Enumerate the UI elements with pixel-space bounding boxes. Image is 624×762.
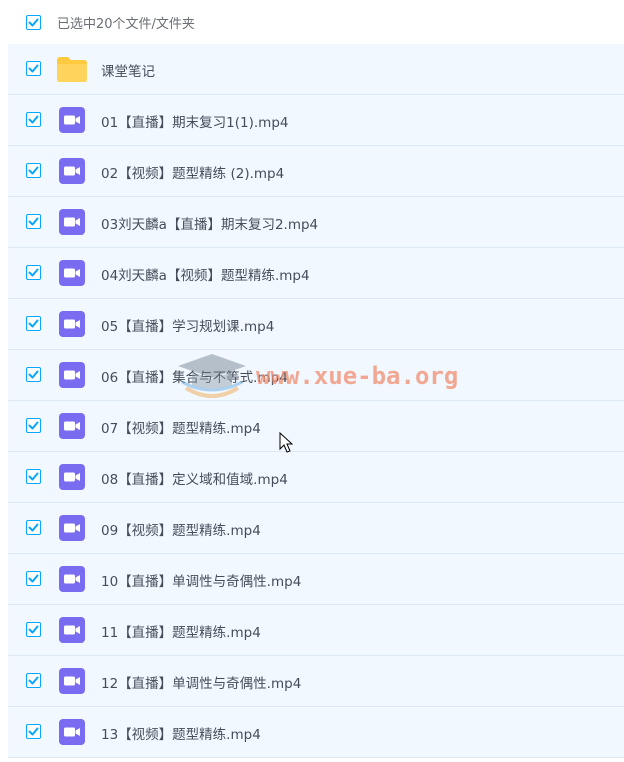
video-file-icon	[59, 566, 85, 592]
row-checkbox[interactable]	[26, 724, 41, 739]
video-file-icon	[59, 464, 85, 490]
video-file-icon	[59, 515, 85, 541]
file-row[interactable]: 09【视频】题型精练.mp4	[8, 503, 624, 554]
row-checkbox[interactable]	[26, 163, 41, 178]
video-file-icon	[59, 107, 85, 133]
checkmark-icon	[28, 523, 39, 532]
select-all-checkbox[interactable]	[26, 15, 41, 30]
file-row[interactable]: 03刘天麟a【直播】期末复习2.mp4	[8, 197, 624, 248]
file-row[interactable]: 12【直播】单调性与奇偶性.mp4	[8, 656, 624, 707]
file-row[interactable]: 08【直播】定义域和值域.mp4	[8, 452, 624, 503]
file-name[interactable]: 07【视频】题型精练.mp4	[101, 417, 261, 437]
file-row[interactable]: 04刘天麟a【视频】题型精练.mp4	[8, 248, 624, 299]
file-name[interactable]: 12【直播】单调性与奇偶性.mp4	[101, 672, 301, 692]
video-file-icon	[59, 413, 85, 439]
row-checkbox[interactable]	[26, 673, 41, 688]
file-row[interactable]: 13【视频】题型精练.mp4	[8, 707, 624, 758]
row-checkbox[interactable]	[26, 61, 41, 76]
file-row[interactable]: 02【视频】题型精练 (2).mp4	[8, 146, 624, 197]
checkmark-icon	[28, 319, 39, 328]
row-checkbox[interactable]	[26, 469, 41, 484]
file-row[interactable]: 06【直播】集合与不等式.mp4	[8, 350, 624, 401]
row-checkbox[interactable]	[26, 520, 41, 535]
checkmark-icon	[28, 115, 39, 124]
video-file-icon	[59, 668, 85, 694]
file-name[interactable]: 03刘天麟a【直播】期末复习2.mp4	[101, 213, 318, 233]
row-checkbox[interactable]	[26, 418, 41, 433]
file-name[interactable]: 08【直播】定义域和值域.mp4	[101, 468, 288, 488]
file-name[interactable]: 09【视频】题型精练.mp4	[101, 519, 261, 539]
checkmark-icon	[28, 472, 39, 481]
checkmark-icon	[28, 676, 39, 685]
checkmark-icon	[28, 421, 39, 430]
file-row[interactable]: 01【直播】期末复习1(1).mp4	[8, 95, 624, 146]
file-row[interactable]: 07【视频】题型精练.mp4	[8, 401, 624, 452]
file-row[interactable]: 05【直播】学习规划课.mp4	[8, 299, 624, 350]
folder-row[interactable]: 课堂笔记	[8, 44, 624, 95]
file-name[interactable]: 10【直播】单调性与奇偶性.mp4	[101, 570, 301, 590]
video-file-icon	[59, 719, 85, 745]
file-name[interactable]: 06【直播】集合与不等式.mp4	[101, 366, 288, 386]
checkmark-icon	[28, 64, 39, 73]
video-file-icon	[59, 260, 85, 286]
folder-icon	[57, 57, 87, 82]
file-name[interactable]: 02【视频】题型精练 (2).mp4	[101, 162, 284, 182]
file-name[interactable]: 13【视频】题型精练.mp4	[101, 723, 261, 743]
row-checkbox[interactable]	[26, 622, 41, 637]
file-row[interactable]: 11【直播】题型精练.mp4	[8, 605, 624, 656]
video-file-icon	[59, 158, 85, 184]
file-name[interactable]: 11【直播】题型精练.mp4	[101, 621, 261, 641]
file-name[interactable]: 课堂笔记	[101, 60, 155, 80]
row-checkbox[interactable]	[26, 367, 41, 382]
selection-header: 已选中20个文件/文件夹	[8, 0, 624, 44]
checkmark-icon	[28, 625, 39, 634]
video-file-icon	[59, 311, 85, 337]
checkmark-icon	[28, 574, 39, 583]
checkmark-icon	[28, 370, 39, 379]
video-file-icon	[59, 362, 85, 388]
checkmark-icon	[28, 166, 39, 175]
file-row[interactable]: 10【直播】单调性与奇偶性.mp4	[8, 554, 624, 605]
row-checkbox[interactable]	[26, 112, 41, 127]
file-name[interactable]: 01【直播】期末复习1(1).mp4	[101, 111, 289, 131]
selection-count-text: 已选中20个文件/文件夹	[57, 17, 195, 32]
video-file-icon	[59, 209, 85, 235]
row-checkbox[interactable]	[26, 316, 41, 331]
checkmark-icon	[28, 18, 39, 27]
file-name[interactable]: 04刘天麟a【视频】题型精练.mp4	[101, 264, 310, 284]
video-file-icon	[59, 617, 85, 643]
row-checkbox[interactable]	[26, 214, 41, 229]
row-checkbox[interactable]	[26, 571, 41, 586]
checkmark-icon	[28, 217, 39, 226]
file-name[interactable]: 05【直播】学习规划课.mp4	[101, 315, 274, 335]
mouse-cursor-icon	[279, 432, 293, 453]
file-list: 课堂笔记 01【直播】期末复习1(1).mp4 02【视频】题型精练 (2).mp4…	[8, 44, 624, 758]
checkmark-icon	[28, 727, 39, 736]
checkmark-icon	[28, 268, 39, 277]
row-checkbox[interactable]	[26, 265, 41, 280]
